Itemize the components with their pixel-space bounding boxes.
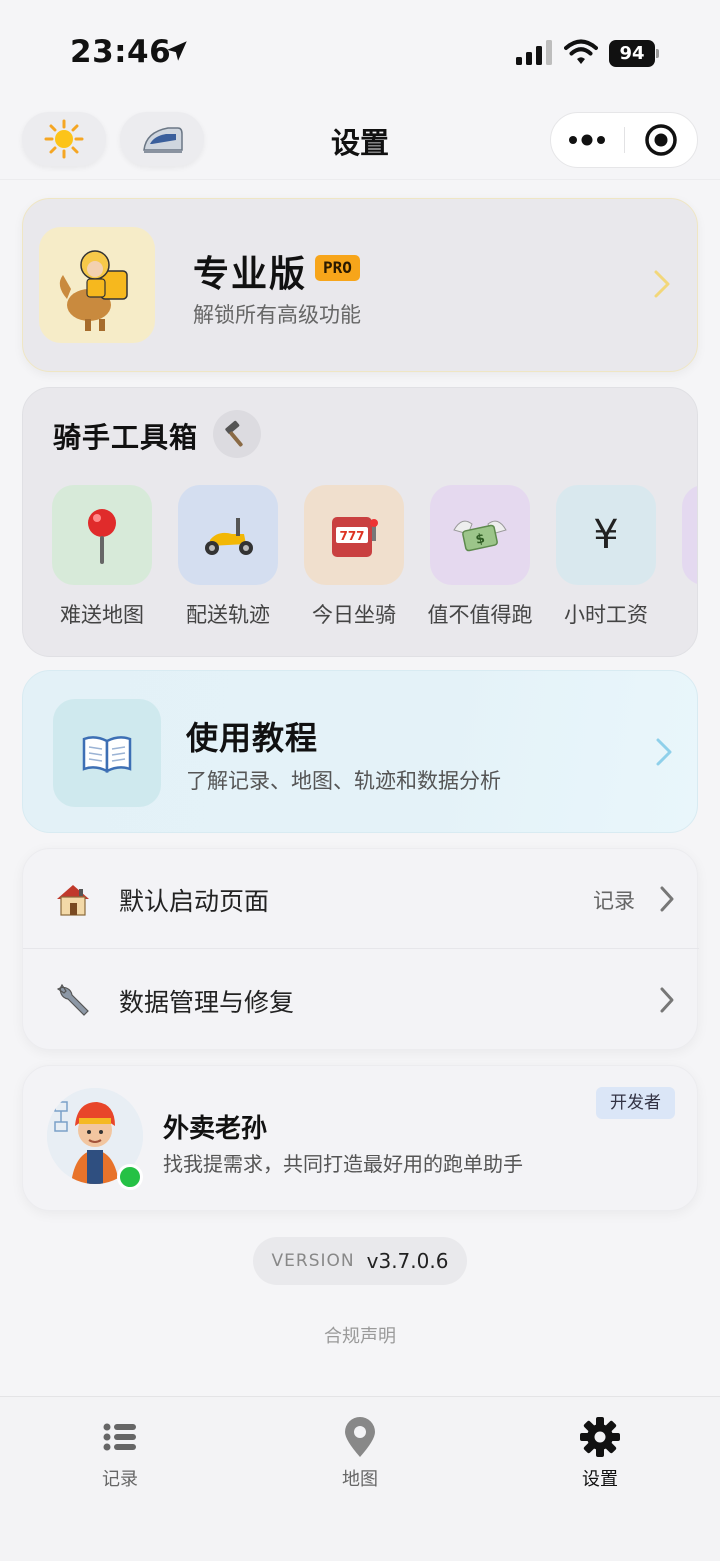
wrench-icon (53, 980, 93, 1020)
pro-badge: PRO (315, 255, 360, 281)
location-arrow-icon (167, 41, 187, 61)
tool-hourly-wage[interactable]: ¥ 小时工资 (547, 485, 665, 629)
pro-upgrade-card[interactable]: 专业版 PRO 解锁所有高级功能 (22, 198, 698, 372)
scooter-icon (178, 485, 278, 585)
tab-record[interactable]: 记录 (60, 1415, 180, 1491)
yen-icon: ¥ (556, 485, 656, 585)
wifi-icon (564, 39, 598, 64)
gear-icon (578, 1415, 622, 1459)
version-label: VERSION (271, 1251, 355, 1271)
bottom-tab-bar: 记录 地图 设置 (0, 1396, 720, 1561)
map-pin-icon (338, 1415, 382, 1459)
tab-map[interactable]: 地图 (300, 1415, 420, 1491)
chevron-right-icon (660, 886, 674, 912)
list-icon (98, 1415, 142, 1459)
tab-label: 地图 (342, 1469, 378, 1490)
svg-text:777: 777 (339, 529, 364, 543)
tutorial-subtitle: 了解记录、地图、轨迹和数据分析 (186, 769, 501, 793)
tool-label: 今日坐骑 (312, 603, 396, 627)
close-mini-program-button[interactable] (625, 113, 698, 167)
tool-label: 难送地图 (60, 603, 144, 627)
tools-row: 难送地图 配送轨迹 777 今日坐骑 $ 值不值得跑 ¥ 小时工资 历 (51, 485, 697, 635)
online-status-dot (117, 1164, 143, 1190)
kangaroo-rider-icon (59, 250, 128, 331)
target-circle-icon (645, 124, 677, 156)
tool-label: 值不值得跑 (427, 603, 533, 627)
default-start-page-label: 默认启动页面 (119, 887, 270, 916)
chevron-right-icon (654, 270, 670, 298)
version-pill: VERSION v3.7.0.6 (253, 1237, 467, 1285)
tool-label: 历 (673, 599, 697, 629)
toolbox-title: 骑手工具箱 (53, 421, 199, 454)
tool-label: 配送轨迹 (186, 603, 270, 627)
more-button[interactable] (551, 113, 624, 167)
money-with-wings-icon: $ (430, 485, 530, 585)
battery-tip (656, 49, 659, 58)
mini-program-capsule (550, 112, 698, 168)
tool-hard-delivery-map[interactable]: 难送地图 (43, 485, 161, 629)
more-dots-icon (569, 134, 606, 146)
default-start-page-row[interactable]: 默认启动页面 记录 (23, 849, 699, 949)
status-time: 23:46 (70, 34, 172, 70)
chevron-right-icon (656, 738, 672, 766)
developer-badge: 开发者 (596, 1087, 675, 1119)
default-start-page-value: 记录 (593, 889, 635, 913)
pro-title: 专业版 (193, 254, 308, 295)
compliance-link[interactable]: 合规声明 (0, 1322, 720, 1348)
settings-list: 默认启动页面 记录 数据管理与修复 (22, 848, 699, 1050)
open-book-icon (53, 699, 161, 807)
tool-worth-running[interactable]: $ 值不值得跑 (421, 485, 539, 629)
slot-machine-icon: 777 (304, 485, 404, 585)
battery-level: 94 (609, 40, 655, 67)
tutorial-card[interactable]: 使用教程 了解记录、地图、轨迹和数据分析 (22, 670, 698, 833)
pushpin-icon (52, 485, 152, 585)
developer-description: 找我提需求，共同打造最好用的跑单助手 (163, 1152, 523, 1176)
signal-icon (516, 40, 552, 65)
pro-subtitle: 解锁所有高级功能 (193, 303, 361, 327)
house-icon (53, 879, 93, 919)
hammer-icon (225, 420, 243, 447)
calendar-icon (682, 485, 697, 585)
tool-history[interactable]: 历 (673, 485, 697, 629)
developer-name: 外卖老孙 (163, 1114, 268, 1144)
pro-mascot-image (39, 227, 155, 343)
tool-today-ride[interactable]: 777 今日坐骑 (295, 485, 413, 629)
rider-toolbox-card: 骑手工具箱 难送地图 配送轨迹 777 今日坐骑 $ 值不值得跑 ¥ 小时工资 (22, 387, 698, 657)
tool-label: 小时工资 (564, 603, 648, 627)
battery-indicator: 94 (609, 40, 659, 67)
tutorial-title: 使用教程 (186, 719, 319, 757)
tab-label: 设置 (582, 1469, 618, 1490)
chevron-right-icon (660, 987, 674, 1013)
developer-card[interactable]: 外卖老孙 找我提需求，共同打造最好用的跑单助手 开发者 (22, 1065, 698, 1211)
tool-delivery-track[interactable]: 配送轨迹 (169, 485, 287, 629)
hammer-badge (213, 410, 261, 458)
nav-bar: 设置 (0, 100, 720, 180)
status-bar: 23:46 94 (0, 0, 720, 100)
version-value: v3.7.0.6 (366, 1249, 449, 1273)
tab-label: 记录 (102, 1469, 138, 1490)
data-management-row[interactable]: 数据管理与修复 (23, 950, 699, 1050)
tab-settings[interactable]: 设置 (540, 1415, 660, 1491)
data-management-label: 数据管理与修复 (119, 988, 295, 1017)
